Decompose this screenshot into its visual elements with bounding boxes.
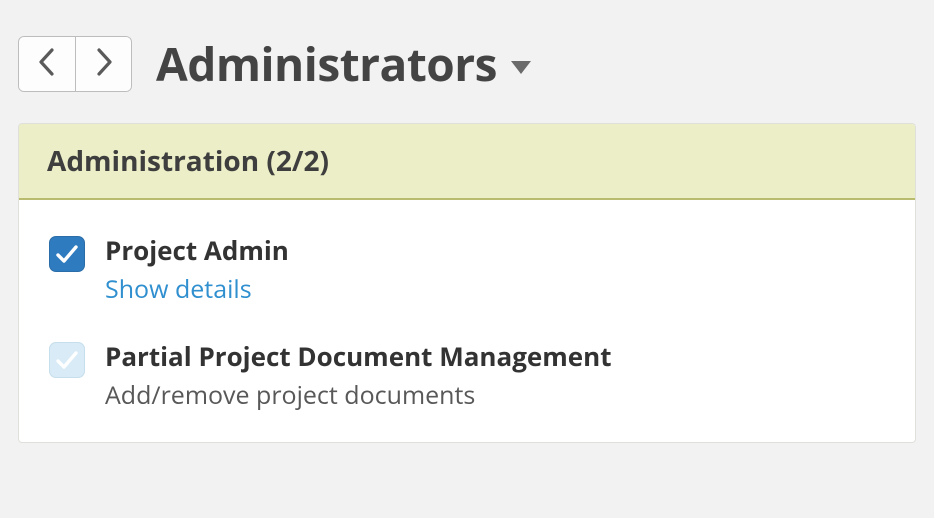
chevron-left-icon <box>36 47 58 82</box>
back-button[interactable] <box>19 37 75 91</box>
permission-label: Project Admin <box>105 234 289 268</box>
permissions-panel: Administration (2/2) Project Admin Show … <box>18 123 916 443</box>
page-header: Administrators <box>18 18 916 123</box>
show-details-link[interactable]: Show details <box>105 272 289 306</box>
permission-row: Project Admin Show details <box>49 234 885 306</box>
permission-label: Partial Project Document Management <box>105 340 612 374</box>
permission-text: Project Admin Show details <box>105 234 289 306</box>
nav-button-group <box>18 36 132 92</box>
page-title: Administrators <box>156 33 497 95</box>
chevron-right-icon <box>93 47 115 82</box>
checkbox-project-admin[interactable] <box>49 236 85 272</box>
panel-header: Administration (2/2) <box>19 124 915 200</box>
checkmark-icon <box>54 347 80 373</box>
checkbox-partial-doc-mgmt[interactable] <box>49 342 85 378</box>
group-selector[interactable]: Administrators <box>156 33 531 95</box>
checkmark-icon <box>54 241 80 267</box>
permission-description: Add/remove project documents <box>105 378 612 412</box>
panel-body: Project Admin Show details Partial Proje… <box>19 200 915 442</box>
forward-button[interactable] <box>75 37 131 91</box>
permission-text: Partial Project Document Management Add/… <box>105 340 612 412</box>
chevron-down-icon <box>511 61 531 74</box>
permission-row: Partial Project Document Management Add/… <box>49 340 885 412</box>
